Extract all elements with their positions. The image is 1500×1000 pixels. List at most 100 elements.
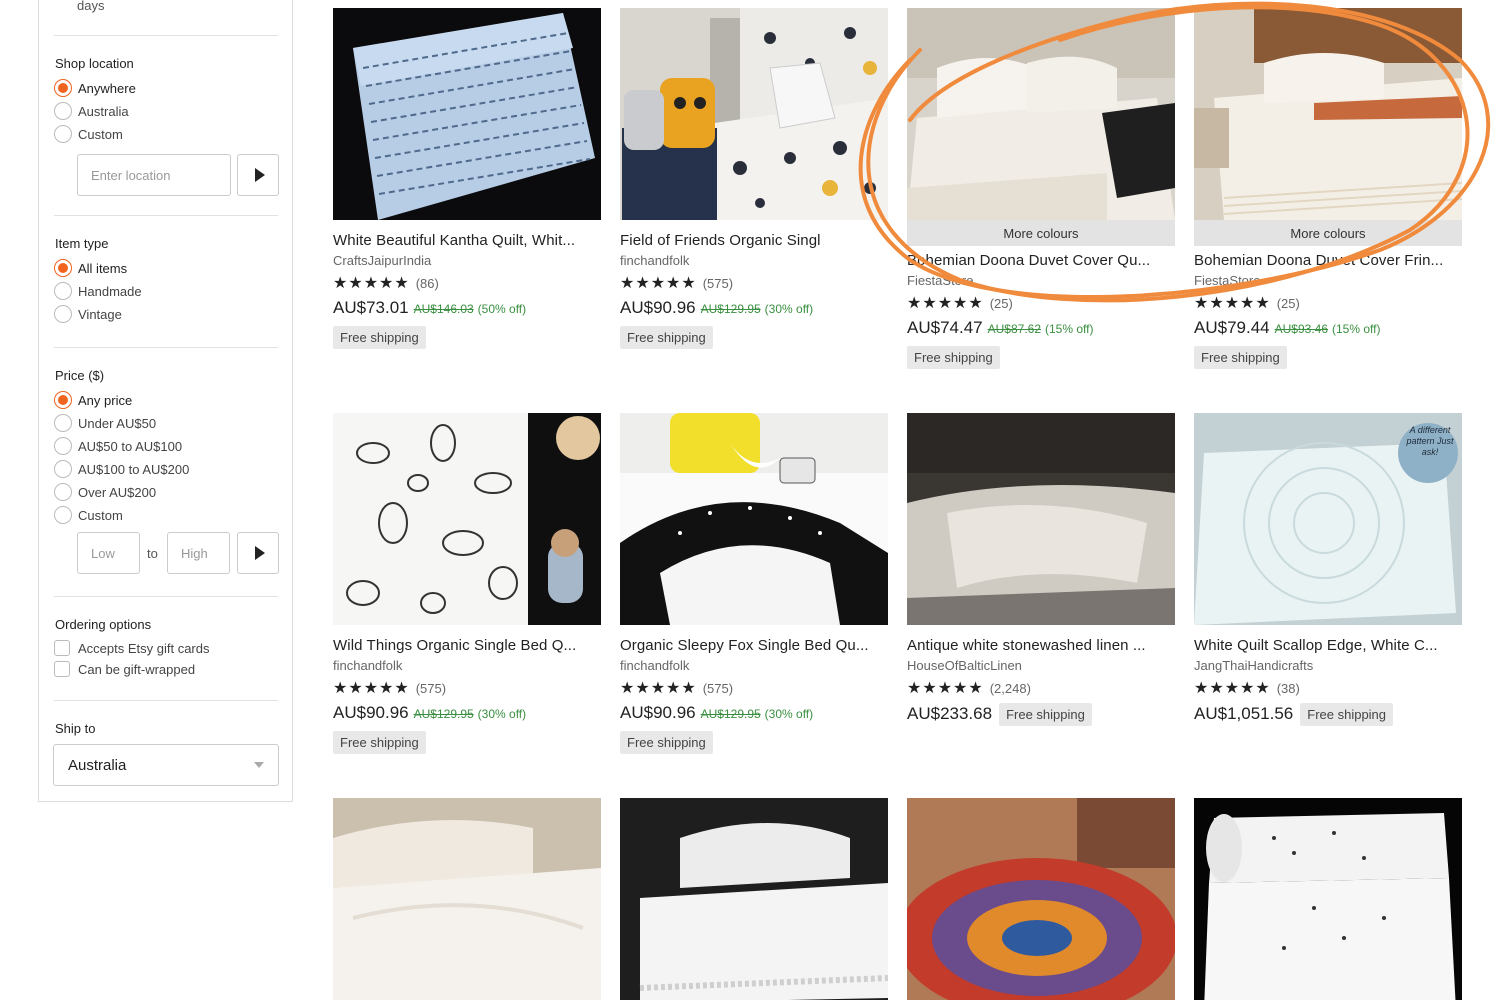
product-card[interactable] — [620, 798, 888, 1000]
radio-button[interactable] — [54, 483, 72, 501]
product-card[interactable]: Antique white stonewashed linen ... Hous… — [907, 413, 1175, 726]
product-card[interactable] — [1194, 798, 1462, 1000]
product-image[interactable] — [333, 8, 601, 220]
radio-vintage[interactable]: Vintage — [54, 304, 122, 324]
radio-under-50[interactable]: Under AU$50 — [54, 413, 156, 433]
product-title[interactable]: Bohemian Doona Duvet Cover Qu... — [907, 252, 1175, 269]
radio-button[interactable] — [54, 437, 72, 455]
more-colours-label[interactable]: More colours — [907, 220, 1175, 246]
radio-custom-price[interactable]: Custom — [54, 505, 123, 525]
more-colours-label[interactable]: More colours — [1194, 220, 1462, 246]
radio-label: AU$100 to AU$200 — [78, 461, 190, 477]
shop-name[interactable]: finchandfolk — [333, 658, 601, 673]
checkbox-label: Can be gift-wrapped — [78, 661, 196, 677]
price-row: AU$90.96 AU$129.95 (30% off) — [620, 298, 888, 318]
radio-button[interactable] — [54, 305, 72, 323]
radio-button[interactable] — [54, 391, 72, 409]
radio-any-price[interactable]: Any price — [54, 390, 132, 410]
ship-to-heading: Ship to — [55, 721, 96, 736]
product-image[interactable] — [907, 8, 1175, 220]
product-card[interactable] — [333, 798, 601, 1000]
radio-button[interactable] — [54, 282, 72, 300]
free-shipping-badge: Free shipping — [1194, 346, 1287, 369]
product-image[interactable] — [907, 413, 1175, 625]
shop-name[interactable]: finchandfolk — [620, 658, 888, 673]
shop-name[interactable]: FiestaStore — [1194, 273, 1462, 288]
product-title[interactable]: White Quilt Scallop Edge, White C... — [1194, 637, 1462, 654]
radio-button[interactable] — [54, 125, 72, 143]
product-image[interactable] — [620, 8, 888, 220]
product-image[interactable] — [333, 413, 601, 625]
shop-name[interactable]: FiestaStore — [907, 273, 1175, 288]
checkbox[interactable] — [54, 661, 70, 677]
shop-name[interactable]: HouseOfBalticLinen — [907, 658, 1175, 673]
price: AU$90.96 — [620, 703, 696, 722]
product-title[interactable]: Antique white stonewashed linen ... — [907, 637, 1175, 654]
radio-100-to-200[interactable]: AU$100 to AU$200 — [54, 459, 189, 479]
price-high-input[interactable] — [167, 532, 230, 574]
product-title[interactable]: Organic Sleepy Fox Single Bed Qu... — [620, 637, 888, 654]
radio-over-200[interactable]: Over AU$200 — [54, 482, 156, 502]
product-card[interactable]: More colours Bohemian Doona Duvet Cover … — [907, 8, 1175, 369]
checkbox[interactable] — [54, 640, 70, 656]
location-input[interactable] — [77, 154, 231, 196]
product-card[interactable]: More colours Bohemian Doona Duvet Cover … — [1194, 8, 1462, 369]
product-card[interactable] — [907, 798, 1175, 1000]
product-image[interactable] — [907, 798, 1175, 1000]
radio-label: Custom — [78, 507, 123, 523]
ship-to-select[interactable]: Australia — [53, 744, 279, 786]
product-title[interactable]: Wild Things Organic Single Bed Q... — [333, 637, 601, 654]
radio-label: Under AU$50 — [78, 415, 157, 431]
original-price: AU$129.95 — [700, 707, 761, 721]
radio-handmade[interactable]: Handmade — [54, 281, 142, 301]
days-label: days — [77, 0, 105, 13]
radio-button[interactable] — [54, 259, 72, 277]
product-image[interactable] — [1194, 8, 1462, 220]
item-type-heading: Item type — [55, 236, 109, 251]
product-title[interactable]: Field of Friends Organic Singl — [620, 232, 888, 249]
radio-button[interactable] — [54, 102, 72, 120]
shop-name[interactable]: JangThaiHandicrafts — [1194, 658, 1462, 673]
product-card[interactable]: A different pattern Just ask! White Quil… — [1194, 413, 1462, 726]
radio-label: Any price — [78, 392, 133, 408]
rating: ★★★★★ (2,248) — [907, 678, 1175, 698]
radio-button[interactable] — [54, 460, 72, 478]
radio-anywhere[interactable]: Anywhere — [54, 78, 136, 98]
review-count: (575) — [702, 680, 734, 696]
radio-custom-location[interactable]: Custom — [54, 124, 123, 144]
price-go-button[interactable] — [237, 532, 279, 574]
product-image[interactable] — [620, 413, 888, 625]
product-card[interactable]: Field of Friends Organic Singl finchandf… — [620, 8, 888, 349]
divider — [54, 35, 278, 36]
product-card[interactable]: White Beautiful Kantha Quilt, Whit... Cr… — [333, 8, 601, 349]
product-title[interactable]: White Beautiful Kantha Quilt, Whit... — [333, 232, 601, 249]
radio-australia[interactable]: Australia — [54, 101, 129, 121]
rating: ★★★★★ (25) — [1194, 293, 1462, 313]
shop-name[interactable]: finchandfolk — [620, 253, 888, 268]
original-price: AU$87.62 — [987, 322, 1041, 336]
radio-button[interactable] — [54, 79, 72, 97]
product-image[interactable]: A different pattern Just ask! — [1194, 413, 1462, 625]
radio-all-items[interactable]: All items — [54, 258, 127, 278]
radio-50-to-100[interactable]: AU$50 to AU$100 — [54, 436, 182, 456]
product-title[interactable]: Bohemian Doona Duvet Cover Frin... — [1194, 252, 1462, 269]
radio-button[interactable] — [54, 506, 72, 524]
radio-label: Vintage — [78, 306, 122, 322]
original-price: AU$146.03 — [413, 302, 474, 316]
product-card[interactable]: Wild Things Organic Single Bed Q... finc… — [333, 413, 601, 754]
checkbox-gift-wrapped[interactable]: Can be gift-wrapped — [54, 659, 195, 679]
free-shipping-badge: Free shipping — [620, 326, 713, 349]
discount: (30% off) — [764, 302, 814, 316]
rating: ★★★★★ (25) — [907, 293, 1175, 313]
product-image[interactable] — [620, 798, 888, 1000]
price-heading: Price ($) — [55, 368, 105, 383]
product-card[interactable]: Organic Sleepy Fox Single Bed Qu... finc… — [620, 413, 888, 754]
checkbox-gift-cards[interactable]: Accepts Etsy gift cards — [54, 638, 210, 658]
product-image[interactable] — [333, 798, 601, 1000]
radio-button[interactable] — [54, 414, 72, 432]
product-image[interactable] — [1194, 798, 1462, 1000]
discount: (15% off) — [1045, 322, 1094, 336]
shop-name[interactable]: CraftsJaipurIndia — [333, 253, 601, 268]
location-go-button[interactable] — [237, 154, 279, 196]
price-low-input[interactable] — [77, 532, 140, 574]
